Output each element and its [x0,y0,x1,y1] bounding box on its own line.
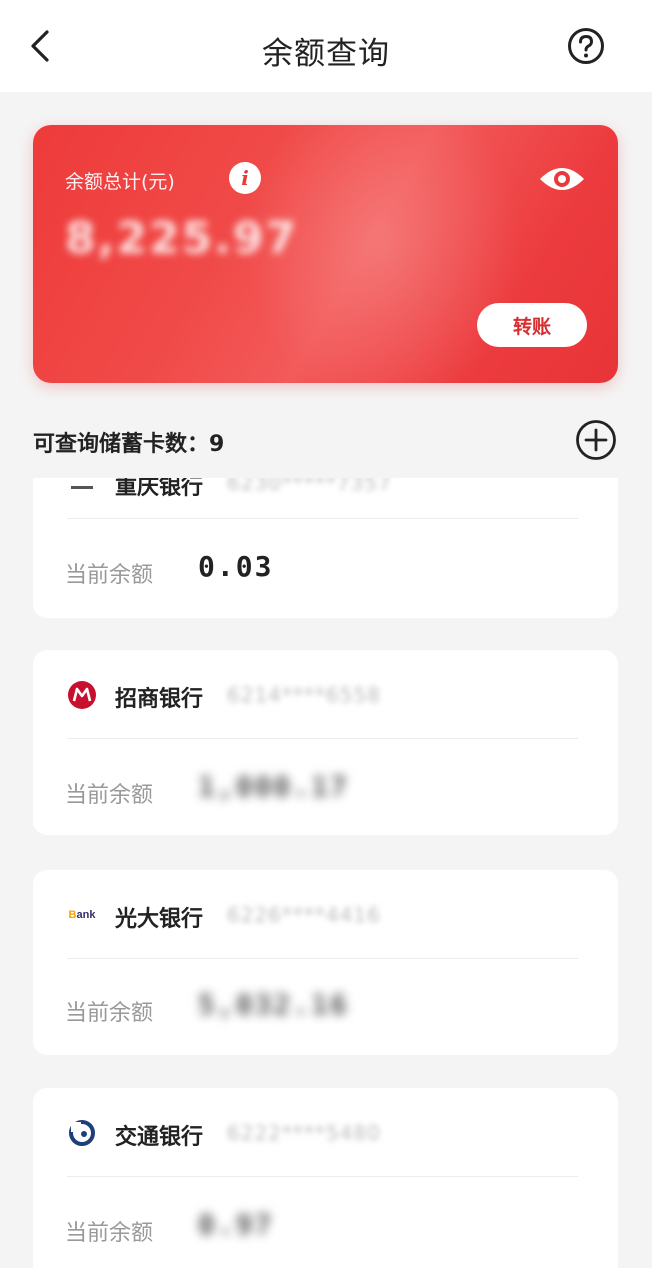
eye-icon [540,168,584,190]
bank-card-bocom[interactable]: 交通银行 6222****5480 当前余额 0.97 [33,1088,618,1268]
ceb-logo-icon: Bank [68,909,96,921]
bank-card-header: 交通银行 6222****5480 [33,1088,618,1178]
divider [67,518,578,519]
transfer-button[interactable]: 转账 [477,303,587,347]
total-balance-amount: 8,225.97 [65,213,299,264]
bank-card-ceb[interactable]: Bank 光大银行 6226****4416 当前余额 5,032.16 [33,870,618,1055]
balance-summary-card: 余额总计(元) i 8,225.97 转账 [33,125,618,383]
balance-value: 5,032.16 [198,988,349,1021]
total-balance-label: 余额总计(元) [65,171,175,193]
bank-card-header: 重庆银行 6230*****7357 [33,478,618,528]
toggle-visibility-button[interactable] [537,159,587,199]
balance-label: 当前余额 [65,783,154,808]
question-circle-icon [568,28,604,64]
bank-card-number: 6230*****7357 [227,478,392,495]
info-icon[interactable]: i [229,162,261,194]
bocom-logo-icon [67,1118,97,1148]
balance-value: 1,000.17 [198,770,349,803]
balance-value: 0.97 [198,1208,274,1241]
balance-row: 当前余额 5,032.16 [33,978,618,1038]
balance-row: 当前余额 0.03 [33,540,618,600]
bank-card-number: 6226****4416 [227,903,381,927]
balance-row: 当前余额 1,000.17 [33,760,618,820]
bank-name: 招商银行 [115,687,204,712]
bank-name: 光大银行 [115,907,204,932]
plus-circle-icon [576,420,616,460]
bank-name: 重庆银行 [115,478,204,500]
page-title: 余额查询 [262,36,390,72]
cqb-logo-icon [67,478,97,498]
balance-value: 0.03 [198,550,274,583]
add-card-button[interactable] [574,418,618,462]
bank-name: 交通银行 [115,1125,204,1150]
bank-card-number: 6214****6558 [227,683,381,707]
divider [67,738,578,739]
balance-row: 当前余额 0.97 [33,1198,618,1258]
divider [67,1176,578,1177]
cards-section-header: 可查询储蓄卡数：9 [33,418,618,462]
bank-card-cmb[interactable]: 招商银行 6214****6558 当前余额 1,000.17 [33,650,618,835]
divider [67,958,578,959]
bank-card-header: 招商银行 6214****6558 [33,650,618,740]
help-button[interactable] [566,26,606,66]
balance-label: 当前余额 [65,1001,154,1026]
cmb-logo-icon [67,680,97,710]
cards-count-label: 可查询储蓄卡数：9 [33,432,225,457]
bank-card-cqb[interactable]: 重庆银行 6230*****7357 当前余额 0.03 [33,478,618,618]
bank-card-header: Bank 光大银行 6226****4416 [33,870,618,960]
balance-label: 当前余额 [65,563,154,588]
bank-card-number: 6222****5480 [227,1121,381,1145]
balance-label: 当前余额 [65,1221,154,1246]
top-nav-bar: 余额查询 [0,0,652,92]
